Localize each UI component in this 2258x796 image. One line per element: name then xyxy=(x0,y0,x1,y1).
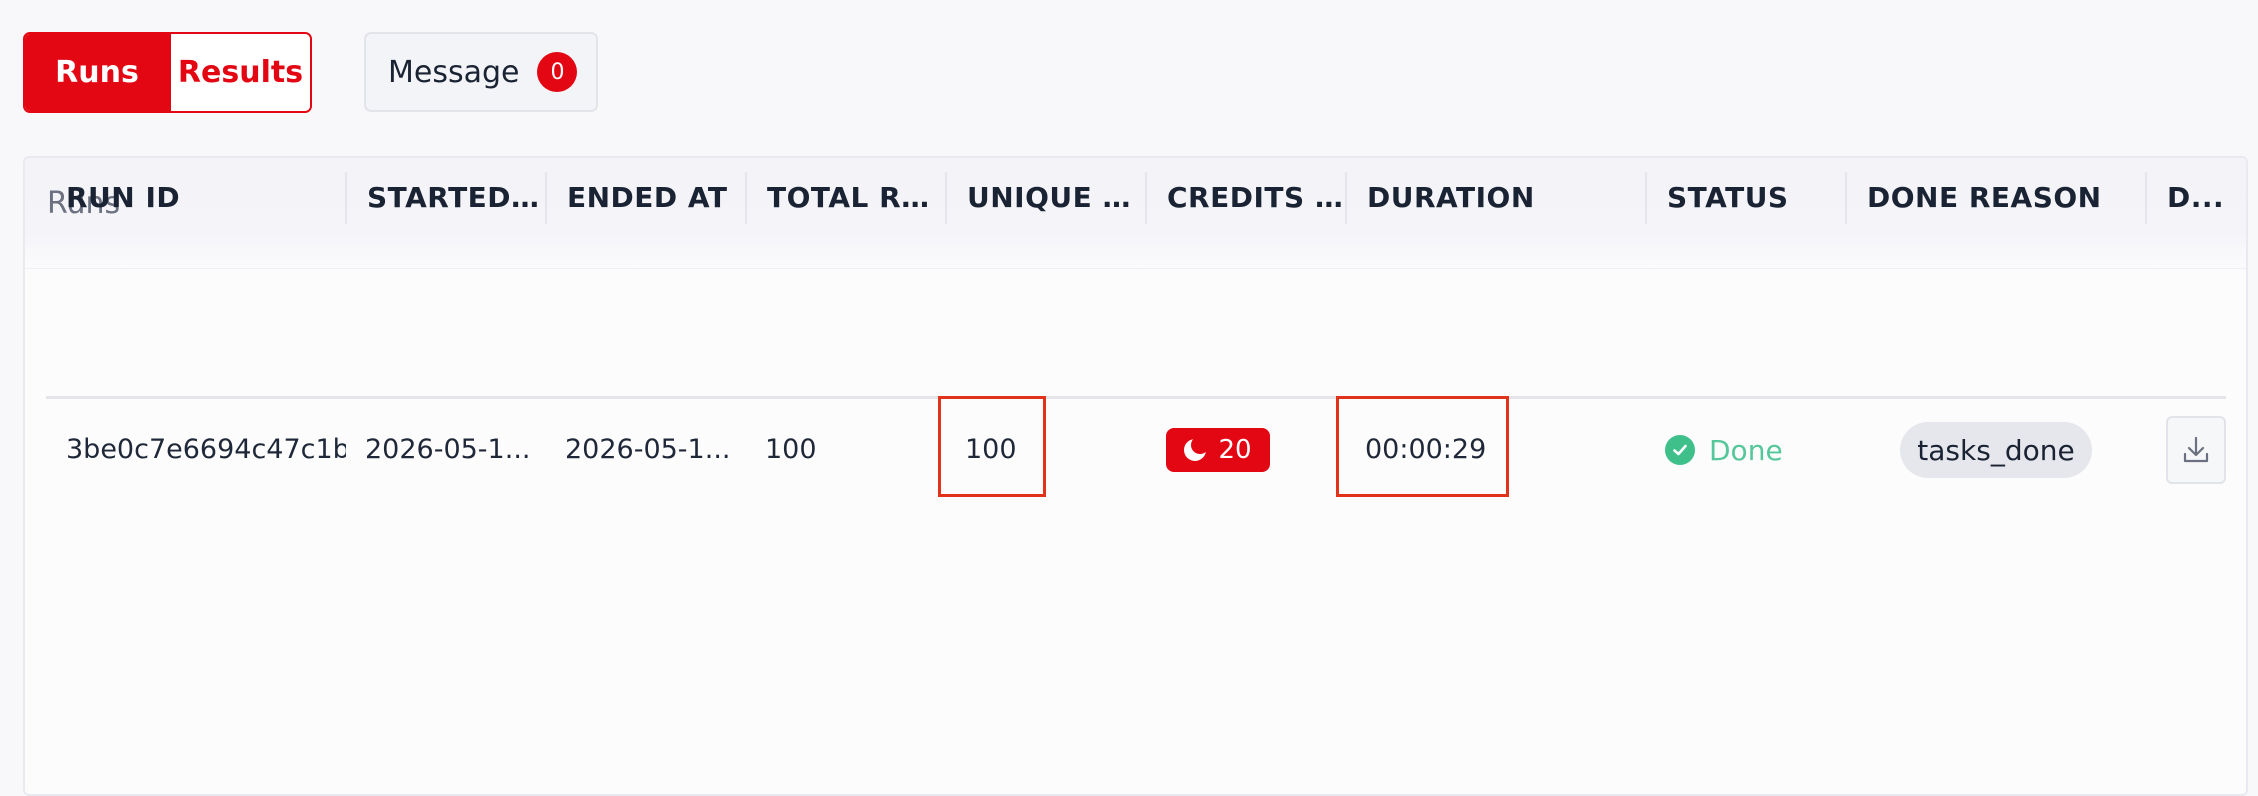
column-header-ended-at[interactable]: ENDED AT xyxy=(545,172,745,224)
column-header-run-id[interactable]: RUN ID xyxy=(46,172,346,224)
done-reason-badge: tasks_done xyxy=(1900,422,2092,478)
column-header-total-results[interactable]: TOTAL RE... xyxy=(745,172,945,224)
column-header-done-reason[interactable]: DONE REASON xyxy=(1845,172,2145,224)
column-header-duration[interactable]: DURATION xyxy=(1345,172,1645,224)
cell-total-results: 100 xyxy=(765,434,817,465)
column-header-status[interactable]: STATUS xyxy=(1645,172,1845,224)
cell-ended-at: 2026-05-1... xyxy=(565,434,731,465)
column-header-credits[interactable]: CREDITS ... xyxy=(1145,172,1345,224)
status-badge: Done xyxy=(1665,428,1783,472)
message-label: Message xyxy=(388,54,520,90)
check-circle-icon xyxy=(1665,435,1695,465)
header-divider xyxy=(46,396,2226,399)
highlight-box-unique-results xyxy=(938,396,1046,497)
credits-badge: 20 xyxy=(1166,428,1270,472)
cell-started-at: 2026-05-1... xyxy=(365,434,531,465)
download-button[interactable] xyxy=(2166,416,2226,484)
credits-value: 20 xyxy=(1218,435,1252,465)
view-toggle: Runs Results xyxy=(23,32,312,113)
column-header-download[interactable]: D... xyxy=(2145,172,2228,224)
tab-runs[interactable]: Runs xyxy=(25,34,169,111)
tab-results[interactable]: Results xyxy=(169,34,310,111)
status-text: Done xyxy=(1709,433,1783,467)
cell-run-id: 3be0c7e6694c47c1b83 xyxy=(66,434,346,465)
column-header-unique-results[interactable]: UNIQUE R... xyxy=(945,172,1145,224)
message-button[interactable]: Message 0 xyxy=(364,32,598,112)
download-icon xyxy=(2183,436,2209,463)
message-count-badge: 0 xyxy=(537,52,578,92)
coin-icon xyxy=(1184,436,1210,461)
column-header-started-at[interactable]: STARTED AT xyxy=(345,172,545,224)
highlight-box-duration xyxy=(1336,396,1509,497)
